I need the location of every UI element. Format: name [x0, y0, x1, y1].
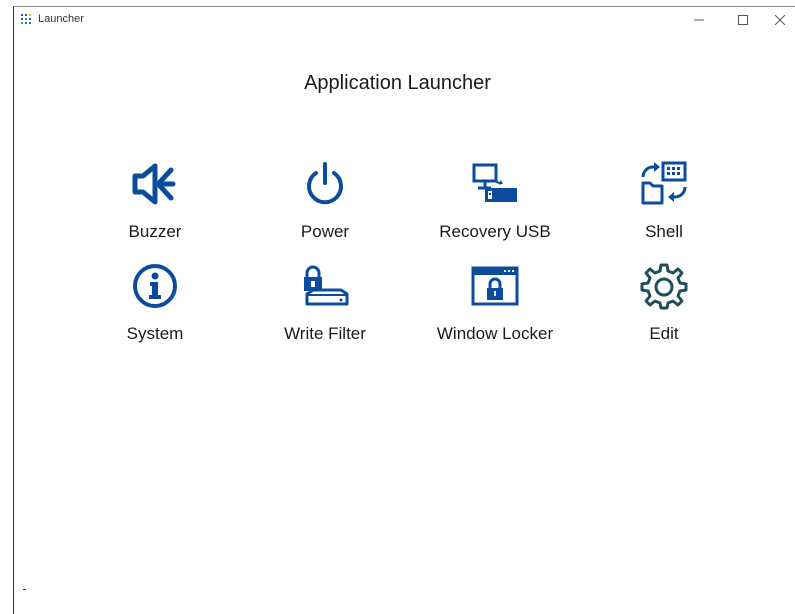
shell-tile[interactable]: Shell — [589, 158, 739, 254]
system-label: System — [126, 324, 184, 343]
window-locker-tile[interactable]: Window Locker — [420, 260, 570, 356]
maximize-button[interactable] — [721, 7, 765, 33]
window-edge-mark — [23, 589, 26, 590]
shell-label: Shell — [645, 222, 683, 241]
edit-label: Edit — [649, 324, 679, 343]
close-button[interactable] — [765, 7, 795, 33]
recovery-usb-label: Recovery USB — [439, 222, 551, 241]
usb-drive-icon — [472, 163, 517, 202]
title-bar[interactable]: Launcher — [14, 7, 795, 33]
write-filter-label: Write Filter — [284, 324, 366, 343]
recovery-usb-tile[interactable]: Recovery USB — [420, 158, 570, 254]
page-title: Application Launcher — [304, 72, 491, 94]
close-icon — [775, 15, 785, 25]
buzzer-tile[interactable]: Buzzer — [80, 158, 230, 254]
app-grid-icon — [21, 14, 31, 24]
window-lock-icon — [471, 266, 519, 306]
power-tile[interactable]: Power — [250, 158, 400, 254]
system-tile[interactable]: System — [80, 260, 230, 356]
shell-swap-icon — [641, 161, 687, 205]
maximize-icon — [738, 15, 748, 25]
window-locker-label: Window Locker — [436, 324, 554, 343]
edit-tile[interactable]: Edit — [589, 260, 739, 356]
buzzer-label: Buzzer — [128, 222, 182, 241]
power-label: Power — [300, 222, 350, 241]
info-icon — [133, 264, 177, 308]
locked-drive-icon — [304, 265, 349, 306]
write-filter-tile[interactable]: Write Filter — [250, 260, 400, 356]
speaker-icon — [132, 163, 176, 205]
minimize-button[interactable] — [677, 7, 721, 33]
window-title: Launcher — [38, 13, 84, 25]
power-icon — [307, 162, 343, 205]
gear-icon — [640, 263, 688, 310]
minimize-icon — [694, 19, 704, 21]
